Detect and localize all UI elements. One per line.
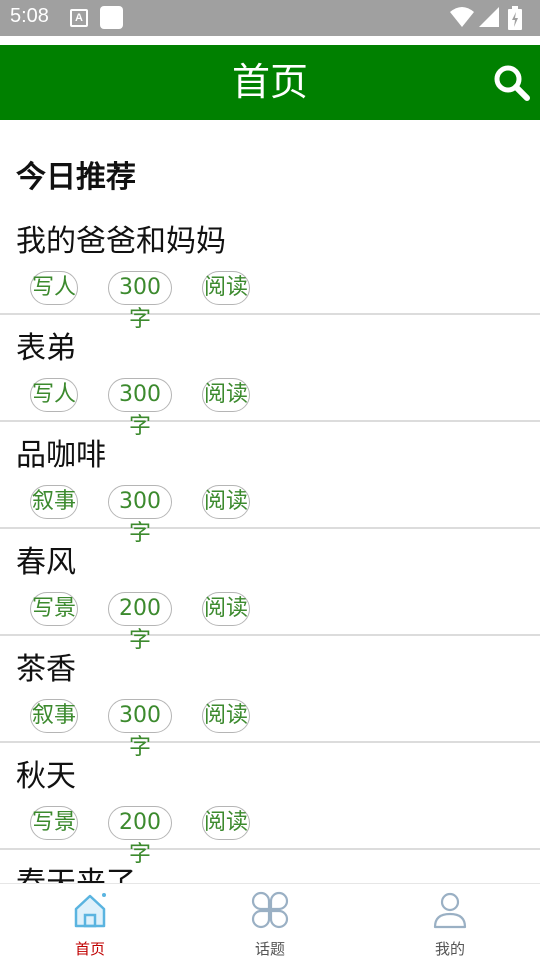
home-icon [74,893,106,928]
nav-tab-topics[interactable]: 话题 [180,884,360,960]
article-item[interactable]: 春风 写景 200字 阅读 [0,529,540,653]
article-item[interactable]: 我的爸爸和妈妈 写人 300字 阅读 [0,208,540,332]
read-button[interactable]: 阅读 [202,592,250,626]
word-count-tag: 200字 [108,806,172,867]
article-type-tag: 写景 [30,592,78,626]
article-item[interactable]: 品咖啡 叙事 300字 阅读 [0,422,540,546]
notification-icon [100,6,123,29]
profile-icon [433,892,467,929]
article-title: 品咖啡 [16,438,106,473]
page-title: 首页 [231,60,308,104]
nav-tab-home[interactable]: 首页 [0,884,180,960]
article-item[interactable]: 秋天 写景 200字 阅读 [0,743,540,867]
article-title: 春风 [16,545,76,580]
wifi-icon [450,7,474,27]
article-type-tag: 叙事 [30,699,78,733]
article-title: 表弟 [16,331,76,366]
word-count-tag: 300字 [108,485,172,546]
status-bar: 5:08 A [0,0,540,36]
article-title: 春天来了 [16,858,136,883]
article-title: 秋天 [16,759,76,794]
section-title: 今日推荐 [16,160,136,195]
word-count-tag: 300字 [108,271,172,332]
keyboard-a-icon: A [70,9,88,27]
read-button[interactable]: 阅读 [202,271,250,305]
article-title: 茶香 [16,652,76,687]
battery-icon [508,6,522,30]
bottom-nav: 首页 话题 我的 [0,883,540,960]
signal-icon [479,7,499,27]
word-count-tag: 300字 [108,699,172,760]
search-button[interactable] [492,63,532,103]
article-item[interactable]: 茶香 叙事 300字 阅读 [0,636,540,760]
read-button[interactable]: 阅读 [202,485,250,519]
search-icon [494,65,530,101]
nav-label-home: 首页 [74,940,105,958]
article-type-tag: 写景 [30,806,78,840]
article-type-tag: 写人 [30,378,78,412]
article-type-tag: 写人 [30,271,78,305]
read-button[interactable]: 阅读 [202,378,250,412]
recommend-list[interactable]: 今日推荐 我的爸爸和妈妈 写人 300字 阅读 表弟 写人 300字 阅读 品咖… [0,120,540,883]
article-item[interactable]: 春天来了 [0,850,540,883]
app-header: 首页 [0,45,540,120]
read-button[interactable]: 阅读 [202,699,250,733]
nav-label-mine: 我的 [434,940,465,958]
article-type-tag: 叙事 [30,485,78,519]
word-count-tag: 300字 [108,378,172,439]
topics-icon [251,891,289,929]
article-title: 我的爸爸和妈妈 [16,224,226,259]
article-item[interactable]: 表弟 写人 300字 阅读 [0,315,540,439]
word-count-tag: 200字 [108,592,172,653]
nav-label-topics: 话题 [254,940,285,958]
read-button[interactable]: 阅读 [202,806,250,840]
status-icons [450,6,530,30]
status-time: 5:08 [10,5,49,27]
nav-tab-mine[interactable]: 我的 [360,884,540,960]
